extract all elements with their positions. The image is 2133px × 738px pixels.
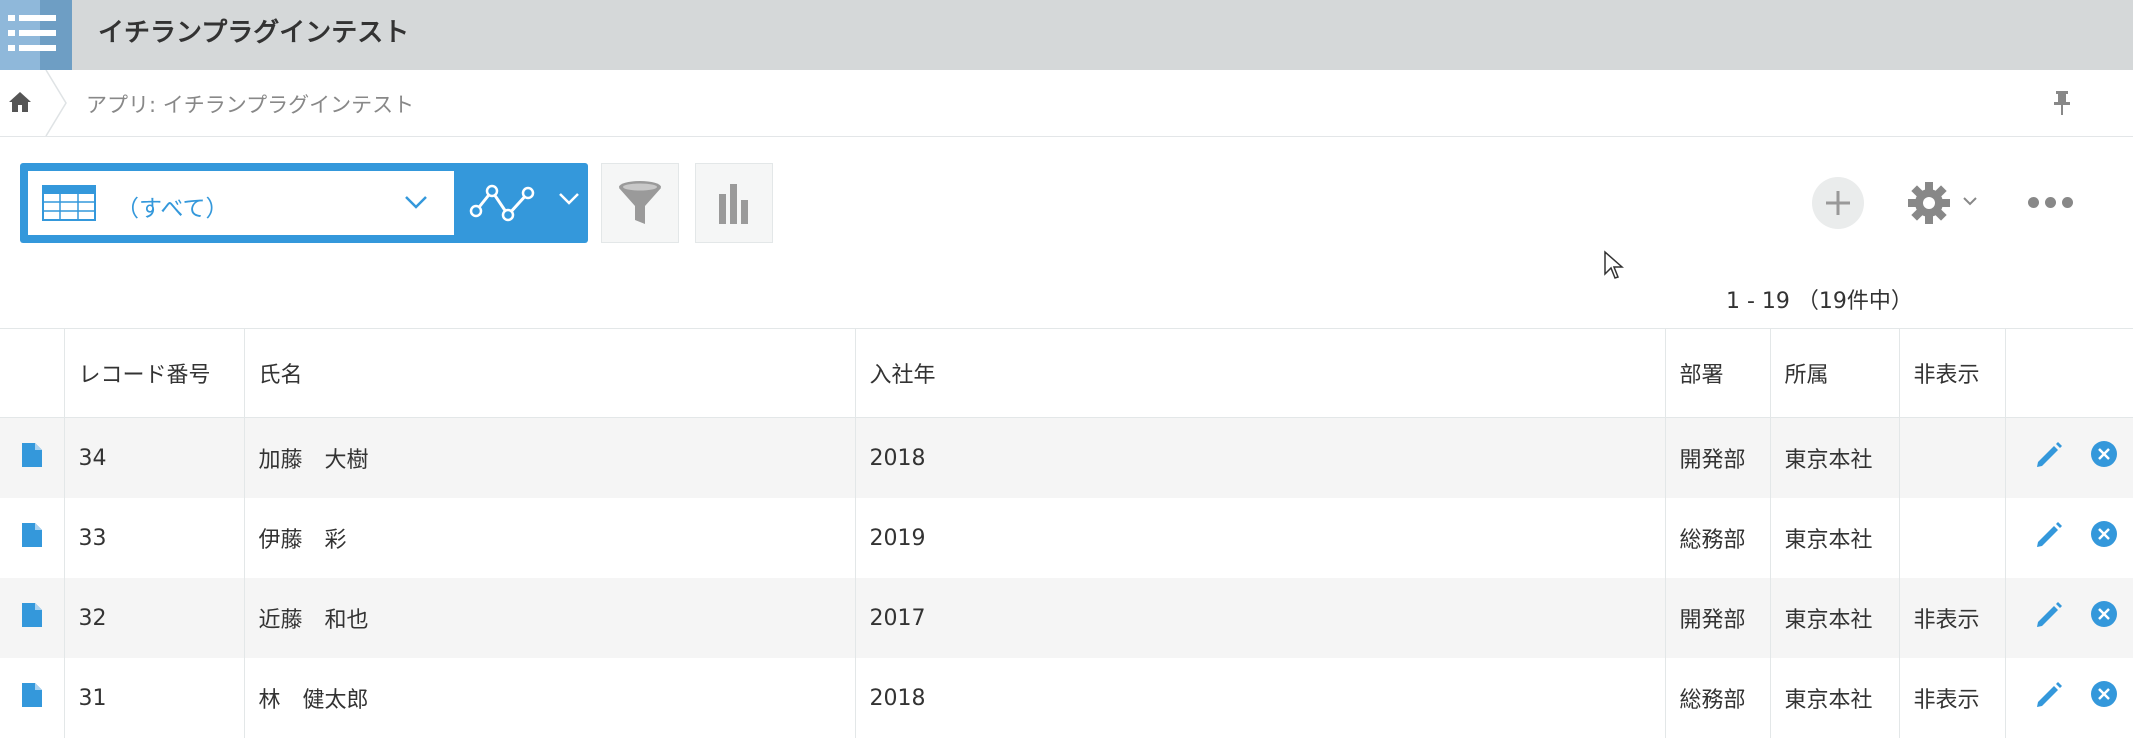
detail-link[interactable]: [0, 578, 65, 658]
column-header-detail: [0, 328, 65, 418]
document-icon: [21, 683, 42, 707]
cell-name: 加藤 大樹: [244, 417, 856, 498]
cell-year: 2017: [855, 578, 1666, 658]
cell-year: 2018: [855, 658, 1666, 738]
breadcrumb-separator: [45, 70, 67, 136]
breadcrumb-app-link[interactable]: アプリ: イチランプラグインテスト: [86, 89, 414, 119]
detail-link[interactable]: [0, 417, 65, 498]
column-header-actions: [2005, 328, 2133, 418]
plus-icon: [1826, 191, 1850, 215]
pencil-icon[interactable]: [2034, 600, 2064, 630]
detail-link[interactable]: [0, 658, 65, 738]
chevron-down-icon: [405, 196, 427, 209]
chart-button[interactable]: [695, 163, 773, 243]
detail-link[interactable]: [0, 498, 65, 578]
column-header-dept[interactable]: 部署: [1665, 328, 1771, 418]
pencil-icon[interactable]: [2034, 440, 2064, 470]
list-icon[interactable]: [0, 0, 72, 70]
cell-affiliation: 東京本社: [1770, 578, 1900, 658]
table-row: 34 加藤 大樹 2018 開発部 東京本社: [0, 417, 2133, 498]
cell-affiliation: 東京本社: [1770, 498, 1900, 578]
cell-record-no: 33: [64, 498, 245, 578]
cell-hidden: [1899, 417, 2006, 498]
cell-record-no: 32: [64, 578, 245, 658]
close-circle-icon[interactable]: [2090, 680, 2118, 708]
close-circle-icon[interactable]: [2090, 520, 2118, 548]
document-icon: [21, 603, 42, 627]
pin-icon[interactable]: [2050, 90, 2074, 120]
view-select-dropdown[interactable]: （すべて）: [28, 171, 454, 235]
cell-dept: 総務部: [1665, 658, 1771, 738]
column-header-year[interactable]: 入社年: [855, 328, 1666, 418]
cell-hidden: [1899, 498, 2006, 578]
column-header-hidden[interactable]: 非表示: [1899, 328, 2006, 418]
record-table: レコード番号 氏名 入社年 部署 所属 非表示 34 加藤 大樹 2018 開発…: [0, 328, 2133, 738]
row-actions: [2005, 658, 2133, 738]
column-header-name[interactable]: 氏名: [244, 328, 856, 418]
cell-affiliation: 東京本社: [1770, 417, 1900, 498]
graph-select-button[interactable]: [460, 177, 588, 229]
column-header-affiliation[interactable]: 所属: [1770, 328, 1900, 418]
cell-hidden: 非表示: [1899, 658, 2006, 738]
row-actions: [2005, 498, 2133, 578]
cell-dept: 開発部: [1665, 578, 1771, 658]
cell-dept: 開発部: [1665, 417, 1771, 498]
row-actions: [2005, 417, 2133, 498]
cell-name: 林 健太郎: [244, 658, 856, 738]
app-header: イチランプラグインテスト: [0, 0, 2133, 71]
filter-icon: [619, 181, 661, 224]
table-row: 31 林 健太郎 2018 総務部 東京本社 非表示: [0, 658, 2133, 738]
bar-chart-icon: [719, 184, 748, 224]
table-header-row: レコード番号 氏名 入社年 部署 所属 非表示: [0, 328, 2133, 418]
close-circle-icon[interactable]: [2090, 440, 2118, 468]
table-row: 33 伊藤 彩 2019 総務部 東京本社: [0, 498, 2133, 578]
view-name: （すべて）: [116, 196, 229, 222]
cell-dept: 総務部: [1665, 498, 1771, 578]
cell-name: 伊藤 彩: [244, 498, 856, 578]
home-icon[interactable]: [8, 90, 32, 114]
breadcrumb: アプリ: イチランプラグインテスト: [0, 70, 2133, 137]
view-selector: （すべて）: [20, 163, 588, 243]
document-icon: [21, 523, 42, 547]
chevron-down-icon: [559, 193, 579, 205]
chevron-down-icon: [1963, 197, 1977, 206]
document-icon: [21, 443, 42, 467]
cell-year: 2019: [855, 498, 1666, 578]
cell-record-no: 34: [64, 417, 245, 498]
cell-name: 近藤 和也: [244, 578, 856, 658]
mouse-cursor-icon: [1604, 250, 1624, 279]
cell-record-no: 31: [64, 658, 245, 738]
cell-year: 2018: [855, 417, 1666, 498]
filter-button[interactable]: [601, 163, 679, 243]
cell-affiliation: 東京本社: [1770, 658, 1900, 738]
table-icon: [42, 185, 96, 221]
table-row: 32 近藤 和也 2017 開発部 東京本社 非表示: [0, 578, 2133, 658]
pagination-count: 1 - 19 （19件中）: [1726, 289, 1913, 314]
more-icon[interactable]: [2028, 193, 2074, 213]
cell-hidden: 非表示: [1899, 578, 2006, 658]
app-settings-button[interactable]: [1906, 180, 1986, 226]
gear-icon: [1908, 182, 1950, 224]
app-title: イチランプラグインテスト: [98, 18, 410, 48]
pencil-icon[interactable]: [2034, 680, 2064, 710]
add-record-button[interactable]: [1812, 177, 1864, 229]
column-header-record-no[interactable]: レコード番号: [64, 328, 245, 418]
row-actions: [2005, 578, 2133, 658]
line-graph-icon: [469, 184, 535, 222]
pencil-icon[interactable]: [2034, 520, 2064, 550]
close-circle-icon[interactable]: [2090, 600, 2118, 628]
